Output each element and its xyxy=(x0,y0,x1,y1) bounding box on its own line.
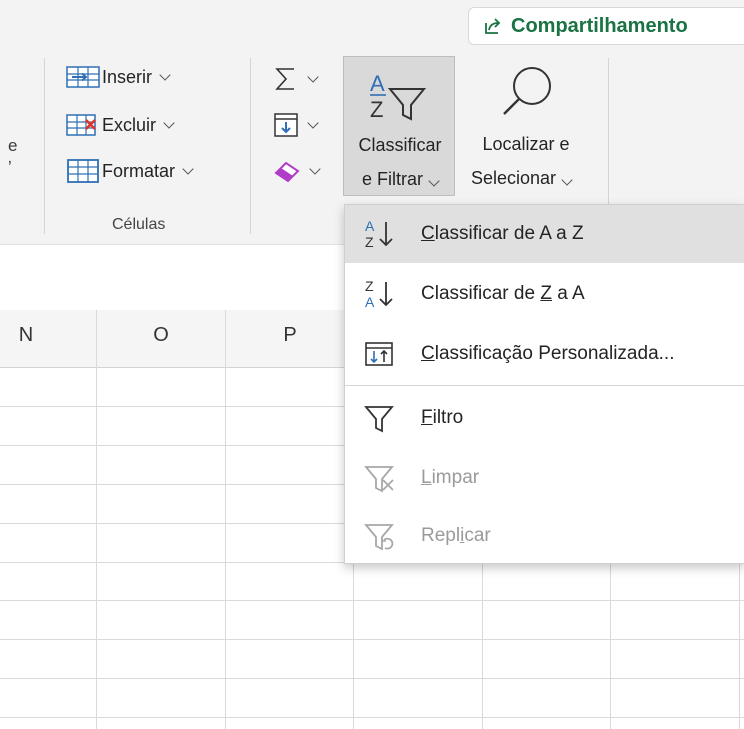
find-select-label-line2: Selecionar xyxy=(456,166,586,190)
insert-label: Inserir xyxy=(102,66,153,87)
find-select-label-text: Selecionar xyxy=(470,168,557,188)
sort-z-to-a-icon: Z A xyxy=(359,274,399,314)
sort-filter-label-line1: Classificar xyxy=(358,135,442,155)
menu-item-sort-z-to-a[interactable]: Z A Classificar de Z a A xyxy=(345,265,744,323)
row-divider xyxy=(0,678,744,679)
sort-filter-label-line2: e Filtrar xyxy=(348,167,452,191)
partial-ribbon-label: e xyxy=(8,136,18,155)
menu-item-reapply[interactable]: Replicar xyxy=(345,507,744,565)
magnifier-icon xyxy=(503,67,551,115)
menu-item-custom-sort[interactable]: Classificação Personalizada... xyxy=(345,325,744,383)
menu-item-label: Limpar xyxy=(421,467,480,488)
svg-text:Z: Z xyxy=(365,278,374,294)
svg-text:Z: Z xyxy=(365,234,374,250)
group-separator xyxy=(250,58,251,234)
format-cells-icon xyxy=(66,158,100,184)
chevron-down-icon xyxy=(163,116,175,129)
menu-item-label: Classificação Personalizada... xyxy=(421,343,675,364)
cells-group-label: Células xyxy=(112,216,166,233)
menu-item-label: Replicar xyxy=(421,525,491,546)
sort-filter-menu: A Z Classificar de A a Z Z A Classificar… xyxy=(344,204,744,564)
svg-text:Z: Z xyxy=(370,97,383,122)
svg-text:A: A xyxy=(365,218,375,234)
sort-a-to-z-icon: A Z xyxy=(359,214,399,254)
share-label: Compartilhamento xyxy=(511,14,688,37)
menu-item-sort-a-to-z[interactable]: A Z Classificar de A a Z xyxy=(345,205,744,263)
insert-button[interactable]: Inserir xyxy=(66,62,171,92)
sort-and-filter-button[interactable]: A Z Classificar e Filtrar xyxy=(343,56,455,196)
row-divider xyxy=(0,717,744,718)
fill-down-icon xyxy=(274,113,298,137)
menu-item-filter[interactable]: Filtro xyxy=(345,389,744,447)
sort-filter-icon: A Z xyxy=(370,71,427,122)
sort-filter-label-text: e Filtrar xyxy=(361,169,423,189)
menu-item-label: Filtro xyxy=(421,407,464,428)
clear-button[interactable] xyxy=(272,156,336,186)
insert-cells-icon xyxy=(66,64,100,90)
menu-item-label: Classificar de A a Z xyxy=(421,223,584,244)
chevron-down-icon xyxy=(307,116,319,129)
delete-label: Excluir xyxy=(102,114,157,135)
filter-icon xyxy=(359,398,399,438)
svg-text:A: A xyxy=(370,71,385,96)
chevron-down-icon xyxy=(159,68,171,81)
reapply-filter-icon xyxy=(359,516,399,556)
group-separator xyxy=(44,58,45,234)
chevron-down-icon xyxy=(309,162,321,175)
svg-text:A: A xyxy=(365,294,375,310)
clear-filter-icon xyxy=(359,458,399,498)
column-header-o[interactable]: O xyxy=(141,324,181,347)
format-label: Formatar xyxy=(102,160,176,181)
partial-ribbon-label-2: ʼ xyxy=(8,158,12,177)
delete-cells-icon xyxy=(66,112,100,138)
find-select-label-line1: Localizar e xyxy=(482,134,570,154)
share-button[interactable]: Compartilhamento xyxy=(468,7,744,45)
format-button[interactable]: Formatar xyxy=(66,156,194,186)
chevron-down-icon xyxy=(307,70,319,83)
eraser-icon xyxy=(274,161,300,183)
custom-sort-icon xyxy=(359,334,399,374)
column-header-n[interactable]: N xyxy=(6,324,46,347)
find-and-select-button[interactable]: Localizar e Selecionar xyxy=(456,56,596,196)
menu-separator xyxy=(345,385,744,386)
autosum-button[interactable] xyxy=(272,64,336,94)
chevron-down-icon xyxy=(428,175,440,187)
chevron-down-icon xyxy=(561,174,573,186)
fill-button[interactable] xyxy=(272,110,336,140)
delete-button[interactable]: Excluir xyxy=(66,110,175,140)
row-divider xyxy=(0,600,744,601)
autosum-icon xyxy=(275,68,294,90)
menu-item-label: Classificar de Z a A xyxy=(421,283,585,304)
chevron-down-icon xyxy=(182,162,194,175)
share-icon xyxy=(485,18,501,34)
menu-item-clear[interactable]: Limpar xyxy=(345,449,744,507)
column-header-p[interactable]: P xyxy=(270,324,310,347)
row-divider xyxy=(0,639,744,640)
